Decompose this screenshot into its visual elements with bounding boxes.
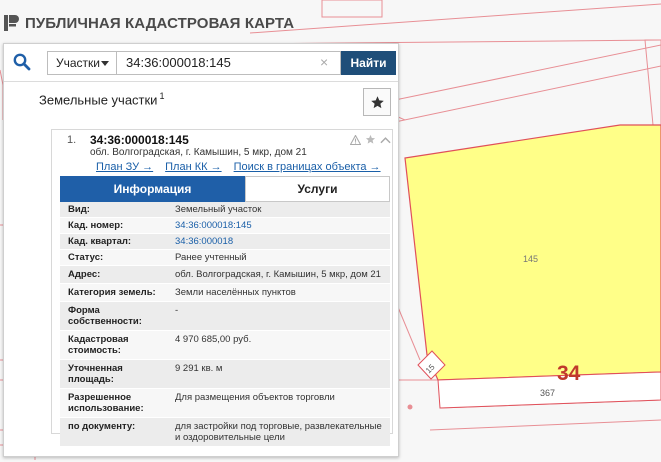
parcel-number[interactable]: 34:36:000018:145 [90, 133, 189, 147]
chevron-up-icon[interactable] [380, 136, 391, 144]
selected-parcel [404, 124, 661, 381]
attr-value: Земли населённых пунктов [175, 287, 296, 298]
table-row: Форма собственности: - [60, 302, 390, 331]
tab-info[interactable]: Информация [60, 176, 245, 202]
star-icon [370, 95, 384, 108]
table-row: Категория земель: Земли населённых пункт… [60, 284, 390, 302]
link-plan-zu[interactable]: План ЗУ → [96, 161, 153, 173]
table-row: Вид: Земельный участок [60, 202, 390, 218]
attr-label: по документу: [68, 421, 136, 432]
rosreestr-logo-icon [4, 15, 19, 31]
card-tabs: Информация Услуги [60, 176, 390, 202]
parcel-card: 1. 34:36:000018:145 обл. Волгоградская, … [51, 129, 393, 447]
attr-value: Ранее учтенный [175, 252, 247, 263]
attr-label: Форма собственности: [68, 305, 142, 327]
table-row: Разрешенное использование: Для размещени… [60, 389, 390, 418]
brand-header: ПУБЛИЧНАЯ КАДАСТРОВАЯ КАРТА [3, 11, 294, 35]
quarter-label: 34 [557, 362, 581, 385]
link-plan-kk[interactable]: План КК → [165, 161, 221, 173]
results-count: 1 [159, 91, 165, 101]
search-input[interactable]: 34:36:000018:145 [116, 51, 341, 75]
table-row: по документу: для застройки под торговые… [60, 418, 390, 447]
table-row: Кад. номер: 34:36:000018:145 [60, 218, 390, 234]
parcel-address: обл. Волгоградская, г. Камышин, 5 мкр, д… [90, 147, 307, 158]
attr-label: Категория земель: [68, 287, 156, 298]
attr-value: Земельный участок [175, 204, 262, 215]
attr-label: Разрешенное использование: [68, 392, 144, 414]
search-panel: Участки 34:36:000018:145 × Найти Земельн… [3, 43, 399, 457]
tab-services[interactable]: Услуги [245, 176, 390, 202]
brand-title: ПУБЛИЧНАЯ КАДАСТРОВАЯ КАРТА [25, 14, 295, 32]
attr-value: для застройки под торговые, развлекатель… [175, 421, 382, 443]
attr-value: Для размещения объектов торговли [175, 392, 335, 403]
cadastral-number-link[interactable]: 34:36:000018:145 [170, 218, 390, 233]
search-icon[interactable] [13, 53, 31, 71]
parcel-index: 1. [67, 134, 77, 146]
object-type-select[interactable]: Участки [47, 51, 116, 75]
attributes-table: Вид: Земельный участок Кад. номер: 34:36… [60, 202, 390, 447]
table-row: Адрес: обл. Волгоградская, г. Камышин, 5… [60, 266, 390, 284]
warning-icon[interactable] [350, 134, 361, 145]
attr-value: обл. Волгоградская, г. Камышин, 5 мкр, д… [175, 269, 381, 280]
parcel-links: План ЗУ → План КК → Поиск в границах объ… [96, 161, 381, 173]
chevron-down-icon [101, 61, 109, 66]
table-row: Кад. квартал: 34:36:000018 [60, 234, 390, 250]
attr-value: 9 291 кв. м [175, 363, 223, 374]
attr-label: Статус: [68, 252, 104, 263]
attr-label: Уточненная площадь: [68, 363, 123, 385]
cadastral-quarter-link[interactable]: 34:36:000018 [170, 234, 390, 249]
object-type-value: Участки [56, 56, 100, 70]
attr-label: Адрес: [68, 269, 101, 280]
search-bar: Участки 34:36:000018:145 × Найти [4, 44, 398, 82]
find-button[interactable]: Найти [341, 51, 396, 75]
parcel-actions [350, 134, 391, 145]
neighbor-parcel-label: 367 [540, 388, 555, 398]
link-search-within[interactable]: Поиск в границах объекта → [234, 161, 381, 173]
clear-icon[interactable]: × [320, 55, 328, 69]
star-icon[interactable] [365, 134, 376, 145]
selected-parcel-label: 145 [523, 254, 538, 264]
table-row: Уточненная площадь: 9 291 кв. м [60, 360, 390, 389]
attr-value: 4 970 685,00 руб. [175, 334, 252, 345]
results-title: Земельные участки 1 [39, 91, 164, 107]
attr-value: - [175, 305, 179, 316]
favorites-button[interactable] [363, 88, 391, 116]
attr-label: Кадастровая стоимость: [68, 334, 129, 356]
attr-label: Кад. квартал: [68, 236, 132, 247]
results-title-text: Земельные участки [39, 92, 158, 108]
attr-label: Кад. номер: [68, 220, 124, 231]
table-row: Кадастровая стоимость: 4 970 685,00 руб. [60, 331, 390, 360]
attr-label: Вид: [68, 204, 90, 215]
table-row: Статус: Ранее учтенный [60, 250, 390, 266]
